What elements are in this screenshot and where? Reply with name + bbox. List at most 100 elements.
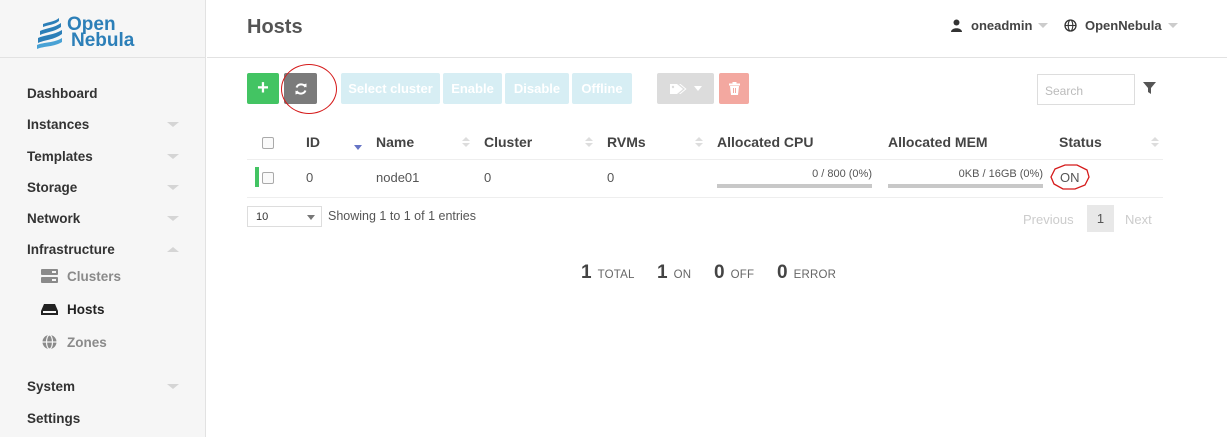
- sidebar-item-label: Templates: [27, 149, 93, 164]
- highlight-ring-status: [1050, 164, 1090, 190]
- user-icon: [951, 19, 962, 32]
- server-icon: [41, 269, 58, 283]
- user-menu[interactable]: oneadmin: [950, 18, 1049, 33]
- sidebar-subitem-label: Clusters: [67, 268, 122, 284]
- column-header-allocated-mem[interactable]: Allocated MEM: [888, 134, 988, 150]
- summary-off: 0 OFF: [714, 262, 754, 284]
- sidebar-item-label: Instances: [27, 117, 90, 132]
- button-label: Disable: [513, 81, 561, 96]
- sidebar-item-label: Network: [27, 211, 81, 226]
- chevron-down-icon: [167, 154, 179, 159]
- host-state-indicator: [255, 167, 259, 187]
- summary-count: 1: [581, 262, 592, 283]
- summary-label: OFF: [730, 269, 755, 281]
- sidebar-item-label: Storage: [27, 180, 78, 195]
- chevron-down-icon: [167, 384, 179, 389]
- summary-on: 1 ON: [657, 262, 691, 284]
- page-1-button[interactable]: 1: [1087, 205, 1114, 232]
- summary-total: 1 TOTAL: [581, 262, 635, 284]
- sidebar-subitem-zones[interactable]: Zones: [40, 334, 107, 350]
- sidebar-item-system[interactable]: System: [27, 379, 187, 394]
- hdd-icon: [41, 304, 58, 315]
- select-all-checkbox[interactable]: [262, 137, 274, 149]
- cpu-usage-bar: [717, 184, 872, 188]
- button-label: Select cluster: [348, 81, 433, 96]
- chevron-down-icon: [167, 185, 179, 190]
- globe-icon: [42, 334, 57, 350]
- sort-icon: [585, 137, 593, 147]
- cell-id: 0: [306, 170, 314, 185]
- chevron-down-icon: [1167, 23, 1178, 28]
- summary-count: 1: [657, 262, 668, 283]
- sidebar-subitem-hosts[interactable]: Hosts: [40, 301, 105, 317]
- logo-line-2: Nebula: [71, 30, 135, 51]
- chevron-down-icon: [1038, 23, 1049, 28]
- sidebar-item-label: Settings: [27, 411, 81, 426]
- summary-count: 0: [714, 262, 725, 283]
- sidebar-subitem-clusters[interactable]: Clusters: [40, 268, 121, 284]
- logo-text: Open Nebula: [67, 15, 135, 51]
- tags-icon: [669, 83, 686, 94]
- summary-error: 0 ERROR: [777, 262, 836, 284]
- chevron-down-icon: [693, 86, 702, 91]
- column-header-allocated-cpu[interactable]: Allocated CPU: [717, 134, 813, 150]
- sidebar-item-label: Infrastructure: [27, 242, 115, 257]
- filter-icon[interactable]: [1143, 82, 1156, 95]
- column-header-id[interactable]: ID: [306, 134, 320, 150]
- cell-name: node01: [376, 170, 420, 185]
- button-label: Enable: [451, 81, 494, 96]
- sidebar-item-storage[interactable]: Storage: [27, 180, 187, 195]
- header-divider: [207, 57, 1227, 58]
- page-length-select[interactable]: 10: [247, 206, 322, 227]
- sidebar-item-infrastructure[interactable]: Infrastructure: [27, 242, 187, 257]
- page-length-value: 10: [256, 211, 269, 223]
- column-header-rvms[interactable]: RVMs: [607, 134, 646, 150]
- page-title: Hosts: [247, 16, 303, 38]
- summary-label: TOTAL: [597, 269, 635, 281]
- chevron-down-icon: [167, 122, 179, 127]
- user-name: oneadmin: [971, 18, 1033, 33]
- summary-count: 0: [777, 262, 788, 283]
- cpu-usage-text: 0 / 800 (0%): [812, 168, 872, 180]
- summary-label: ON: [673, 269, 692, 281]
- delete-button[interactable]: [719, 73, 749, 104]
- mem-usage-bar: [888, 184, 1043, 188]
- add-host-button[interactable]: +: [247, 73, 279, 104]
- opennebula-logo[interactable]: Open Nebula: [34, 13, 134, 53]
- previous-page-button[interactable]: Previous: [1023, 212, 1074, 227]
- chevron-down-icon: [167, 216, 179, 221]
- zone-menu[interactable]: OpenNebula: [1064, 18, 1178, 33]
- sidebar-item-dashboard[interactable]: Dashboard: [27, 86, 187, 101]
- highlight-ring-refresh: [281, 64, 337, 114]
- column-header-cluster[interactable]: Cluster: [484, 134, 532, 150]
- row-checkbox[interactable]: [262, 172, 274, 184]
- sidebar-subitem-label: Zones: [67, 334, 107, 350]
- pagination-info: Showing 1 to 1 of 1 entries: [328, 209, 477, 223]
- sidebar-divider: [0, 57, 206, 58]
- sidebar-item-label: Dashboard: [27, 86, 98, 101]
- button-label: Offline: [581, 81, 623, 96]
- cell-cluster: 0: [484, 170, 492, 185]
- column-header-name[interactable]: Name: [376, 134, 414, 150]
- sort-icon: [1151, 137, 1159, 147]
- select-cluster-button[interactable]: Select cluster: [341, 73, 440, 104]
- column-header-status[interactable]: Status: [1059, 134, 1102, 150]
- labels-dropdown-button[interactable]: [657, 73, 714, 104]
- sidebar-item-templates[interactable]: Templates: [27, 149, 187, 164]
- sort-icon: [695, 137, 703, 147]
- sidebar-item-settings[interactable]: Settings: [27, 411, 187, 426]
- sidebar: Open Nebula Dashboard Instances Template…: [0, 0, 206, 437]
- zone-name: OpenNebula: [1085, 18, 1162, 33]
- table-row-divider: [247, 197, 1163, 198]
- chevron-up-icon: [167, 247, 179, 252]
- opennebula-logo-icon: [37, 18, 62, 49]
- globe-icon: [1064, 19, 1077, 32]
- search-input[interactable]: Search: [1037, 74, 1135, 105]
- enable-button[interactable]: Enable: [443, 73, 502, 104]
- next-page-button[interactable]: Next: [1125, 212, 1152, 227]
- disable-button[interactable]: Disable: [505, 73, 569, 104]
- table-header-divider: [247, 159, 1163, 160]
- sidebar-item-network[interactable]: Network: [27, 211, 187, 226]
- offline-button[interactable]: Offline: [572, 73, 632, 104]
- sidebar-item-instances[interactable]: Instances: [27, 117, 187, 132]
